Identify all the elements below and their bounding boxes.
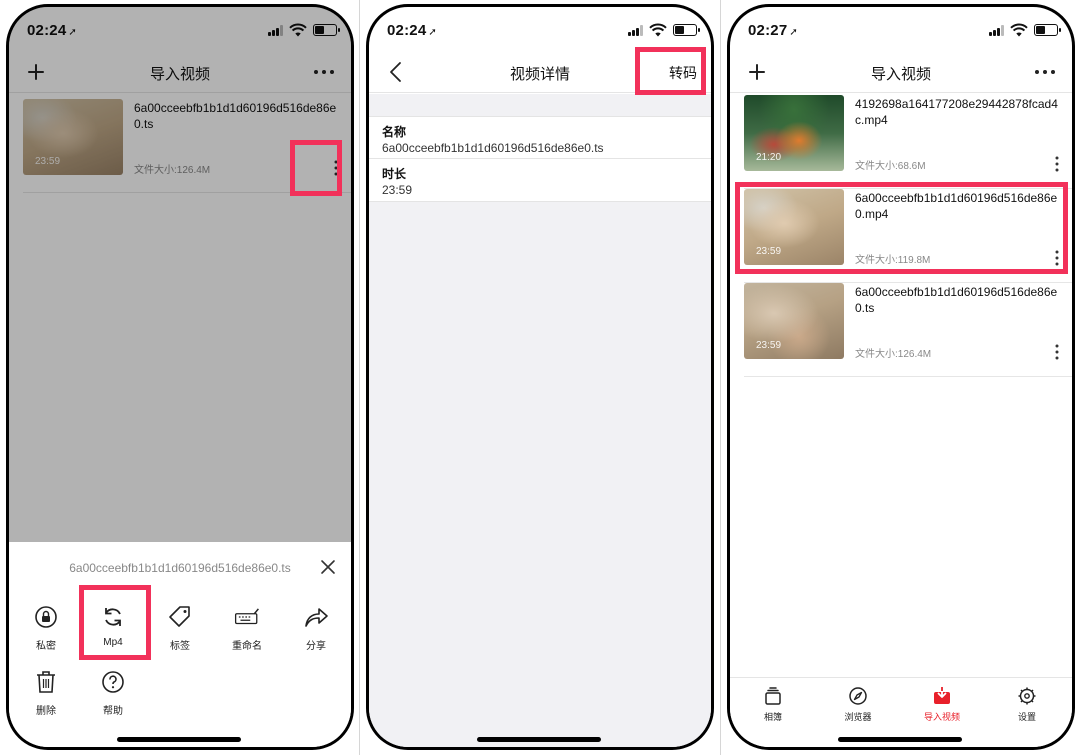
tag-icon	[169, 606, 190, 627]
rename-button[interactable]: 重命名	[217, 604, 277, 652]
highlight-box	[635, 47, 706, 95]
video-duration: 21:20	[756, 152, 782, 163]
phone-screen-import-list: 02:27 ➚ 导入视频 21:20 4192698a164177208e2944…	[727, 4, 1075, 750]
tab-settings[interactable]: 设置	[997, 686, 1057, 723]
share-icon	[305, 608, 328, 627]
status-time: 02:24 ➚	[387, 22, 437, 39]
phone-screen-import-actions: 02:24 ➚ 导入视频 23:59 6a00cceebfb1b1d1d60196…	[6, 4, 354, 750]
video-duration: 23:59	[756, 340, 782, 351]
nav-bar: 导入视频	[730, 53, 1072, 93]
info-key: 时长	[382, 167, 407, 181]
action-sheet: 6a00cceebfb1b1d1d60196d516de86e0.ts 私密 M…	[9, 542, 351, 747]
tag-label: 标签	[170, 641, 190, 652]
tab-browser[interactable]: 浏览器	[828, 686, 888, 723]
video-size: 文件大小:68.6M	[855, 161, 926, 172]
highlight-box	[290, 140, 342, 196]
info-value: 23:59	[382, 183, 413, 197]
delete-button[interactable]: 删除	[16, 669, 76, 717]
lock-icon	[35, 606, 57, 628]
video-thumbnail[interactable]: 21:20	[744, 95, 844, 171]
video-thumbnail[interactable]: 23:59	[744, 283, 844, 359]
highlight-box	[735, 182, 1068, 274]
tab-label: 浏览器	[844, 712, 872, 722]
share-button[interactable]: 分享	[286, 604, 346, 652]
cellular-signal-icon	[628, 25, 645, 36]
trash-icon	[37, 671, 55, 693]
info-row-duration: 时长 23:59	[369, 159, 711, 202]
compass-icon	[849, 687, 867, 705]
battery-icon	[673, 24, 700, 36]
share-label: 分享	[306, 641, 326, 652]
home-indicator	[838, 737, 962, 742]
video-list-item[interactable]: 23:59 6a00cceebfb1b1d1d60196d516de86e0.t…	[744, 283, 1072, 377]
tab-album[interactable]: 相簿	[743, 686, 803, 723]
video-list-item[interactable]: 21:20 4192698a164177208e29442878fcad4c.m…	[744, 95, 1072, 189]
help-icon	[102, 671, 124, 693]
tab-label: 设置	[1017, 712, 1036, 722]
album-icon	[765, 687, 781, 705]
highlight-box	[79, 585, 151, 660]
delete-label: 删除	[36, 706, 56, 717]
video-size: 文件大小:126.4M	[855, 349, 932, 360]
more-vertical-icon[interactable]	[1050, 341, 1064, 363]
private-button[interactable]: 私密	[16, 604, 76, 652]
cellular-signal-icon	[989, 25, 1006, 36]
home-indicator	[117, 737, 241, 742]
divider	[359, 0, 360, 755]
help-label: 帮助	[103, 706, 123, 717]
video-name: 4192698a164177208e29442878fcad4c.mp4	[855, 97, 1058, 127]
tab-label: 相簿	[763, 712, 782, 722]
info-key: 名称	[382, 125, 407, 139]
info-value: 6a00cceebfb1b1d1d60196d516de86e0.ts	[382, 141, 604, 155]
page-title: 导入视频	[870, 66, 931, 83]
status-bar: 02:27 ➚	[730, 7, 1072, 53]
dim-overlay[interactable]	[9, 7, 351, 542]
wifi-icon	[649, 23, 667, 37]
info-row-name: 名称 6a00cceebfb1b1d1d60196d516de86e0.ts	[369, 116, 711, 159]
home-indicator	[477, 737, 601, 742]
video-name: 6a00cceebfb1b1d1d60196d516de86e0.ts	[855, 285, 1058, 315]
more-menu-button[interactable]	[1032, 59, 1058, 85]
location-arrow-icon: ➚	[428, 27, 437, 38]
divider	[720, 0, 721, 755]
phone-screen-video-details: 02:24 ➚ 视频详情 转码 名称 6a00cceebfb1b1d1d60196…	[366, 4, 714, 750]
location-arrow-icon: ➚	[789, 27, 798, 38]
rename-label: 重命名	[232, 641, 262, 652]
close-icon[interactable]	[319, 558, 337, 576]
wifi-icon	[1010, 23, 1028, 37]
download-tray-icon	[934, 686, 950, 704]
tab-import-video[interactable]: 导入视频	[912, 686, 972, 723]
tab-label: 导入视频	[923, 712, 960, 722]
help-button[interactable]: 帮助	[83, 669, 143, 717]
private-label: 私密	[36, 641, 56, 652]
battery-icon	[1034, 24, 1061, 36]
sheet-filename: 6a00cceebfb1b1d1d60196d516de86e0.ts	[69, 561, 291, 575]
gear-icon	[1018, 687, 1036, 705]
more-vertical-icon[interactable]	[1050, 153, 1064, 175]
more-horizontal-icon	[1035, 70, 1055, 74]
tag-button[interactable]: 标签	[150, 604, 210, 652]
keyboard-edit-icon	[234, 608, 259, 625]
status-time: 02:27 ➚	[748, 22, 798, 39]
